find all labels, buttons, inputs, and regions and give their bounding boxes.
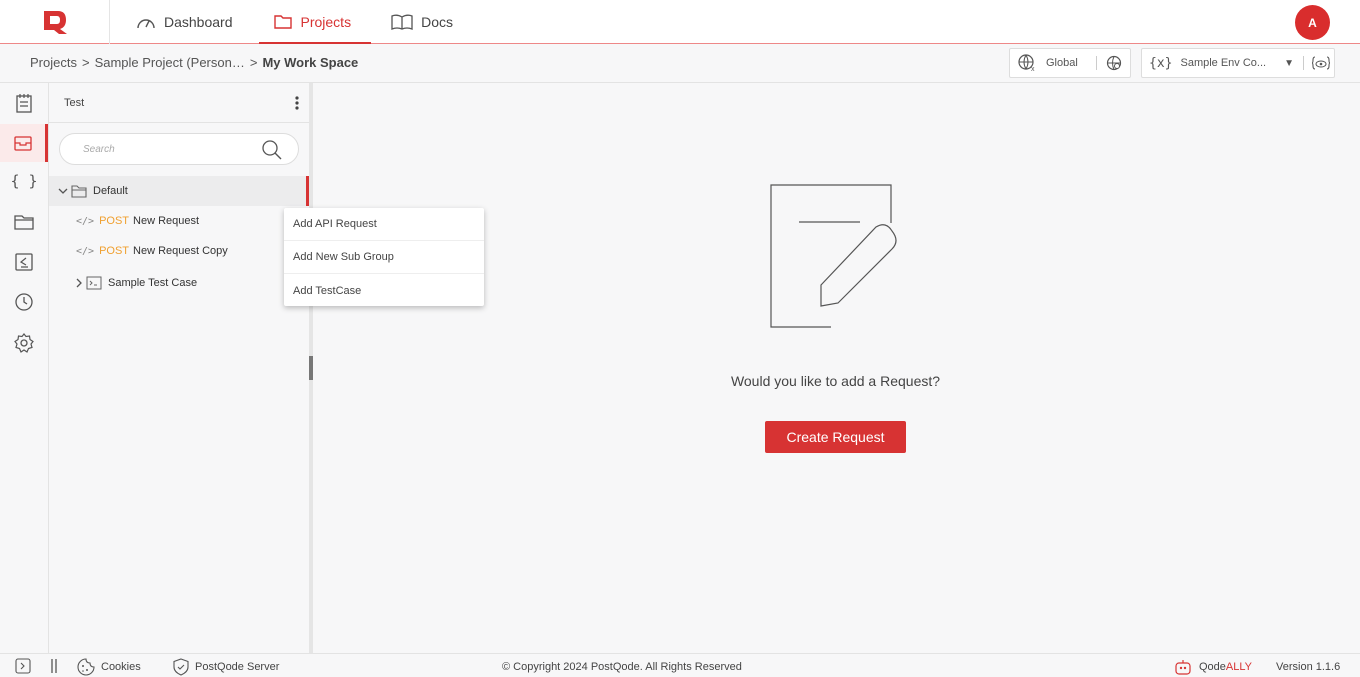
testcase-label: Sample Test Case [108,277,198,289]
svg-text:x: x [1031,66,1035,72]
book-icon [391,14,413,30]
environment-selected[interactable]: Sample Env Co... [1180,57,1266,69]
folder-icon [14,215,34,230]
nav-dashboard-label: Dashboard [164,13,233,30]
chevron-down-icon[interactable] [57,185,69,197]
copyright: © Copyright 2024 PostQode. All Rights Re… [502,661,742,673]
breadcrumb-separator: > [81,55,90,70]
divider [1095,56,1097,70]
tree-folder-default[interactable]: Default [49,176,309,206]
search-placeholder: Search [83,144,115,155]
code-icon: </> [76,215,95,227]
status-bar: Cookies PostQode Server © Copyright 2024… [0,653,1360,677]
left-icon-rail: { } [0,83,49,653]
menu-add-sub-group[interactable]: Add New Sub Group [284,241,484,274]
global-variable-icon[interactable]: x [1018,54,1038,72]
folder-icon [273,14,292,29]
environment-selector: {x} Sample Env Co... ▼ [1141,48,1335,78]
create-request-button[interactable]: Create Request [765,421,906,453]
inbox-icon [13,136,32,151]
divider [1302,56,1304,70]
server-label: PostQode Server [195,661,280,673]
nav-docs-label: Docs [421,13,453,30]
notepad-icon [16,94,32,113]
robot-icon [1175,660,1191,675]
console-icon [15,658,31,674]
app-logo[interactable] [0,0,110,44]
terminal-icon [86,276,102,290]
qodeally-brand-a: Qode [1199,661,1226,673]
environment-icon: {x} [1149,55,1173,71]
nav-docs[interactable]: Docs [371,0,473,44]
breadcrumb: Projects > Sample Project (Person… > My … [30,55,358,70]
nav-projects-label: Projects [300,13,352,30]
kebab-menu-icon[interactable] [295,95,299,111]
request-name: New Request [133,215,200,227]
request-method: POST [99,215,130,227]
code-icon: </> [76,245,95,257]
tree-testcase-item[interactable]: Sample Test Case [49,268,309,298]
main-content: Would you like to add a Request? Create … [313,83,1360,653]
top-nav: Dashboard Projects Docs A [0,0,1360,44]
rail-variables[interactable]: { } [0,162,48,200]
shield-icon [173,658,189,676]
chevron-down-icon[interactable]: ▼ [1284,58,1294,69]
document-edit-illustration [770,184,897,328]
breadcrumb-bar: Projects > Sample Project (Person… > My … [0,44,1360,83]
global-env-box: x Global [1009,48,1131,78]
cookie-icon [77,658,95,676]
breadcrumb-project[interactable]: Sample Project (Person… [95,55,245,70]
server-button[interactable]: PostQode Server [173,658,279,676]
tree-request-item[interactable]: </> POST New Request [49,206,309,236]
folder-label: Default [93,185,128,197]
nav-projects[interactable]: Projects [253,0,372,44]
qodeally-label: QodeALLY [1199,661,1252,673]
gear-icon [14,333,34,353]
tree-header: Test [49,83,309,123]
breadcrumb-current: My Work Space [262,55,359,70]
version-label: Version 1.1.6 [1276,661,1341,673]
global-settings-icon[interactable] [1106,55,1122,71]
folder-icon [71,185,87,198]
menu-add-testcase[interactable]: Add TestCase [284,274,484,307]
checklist-icon [15,253,33,271]
braces-icon: { } [10,172,38,190]
request-method: POST [99,245,130,257]
collection-title: Test [64,96,85,109]
breadcrumb-separator: > [249,55,258,70]
cookies-label: Cookies [101,661,141,673]
clock-icon [15,293,33,311]
rail-notes[interactable] [0,84,48,122]
gauge-icon [137,18,155,28]
breadcrumb-projects[interactable]: Projects [30,55,77,70]
rail-collections[interactable] [0,124,48,162]
request-name: New Request Copy [133,245,228,257]
environment-view-icon[interactable] [1311,55,1330,71]
split-icon [51,659,57,673]
nav-dashboard[interactable]: Dashboard [116,0,253,44]
chevron-right-icon[interactable] [75,277,83,289]
qodeally-brand-b: ALLY [1225,661,1253,673]
context-menu: Add API Request Add New Sub Group Add Te… [284,208,484,306]
search-input[interactable]: Search [59,133,299,165]
cookies-button[interactable]: Cookies [77,658,141,676]
empty-state-prompt: Would you like to add a Request? [730,373,941,389]
rail-history[interactable] [0,283,48,321]
rail-settings[interactable] [0,324,48,362]
tree-request-item[interactable]: </> POST New Request Copy [49,236,309,266]
logo-icon [43,10,67,34]
search-icon[interactable] [262,140,282,160]
qodeally-button[interactable]: QodeALLY [1173,658,1252,676]
rail-testcases[interactable] [0,243,48,281]
collection-tree-panel: Test Search Default </> POST New Request… [49,83,309,653]
rail-files[interactable] [0,203,48,241]
global-env-label[interactable]: Global [1046,57,1078,69]
console-toggle[interactable] [15,658,31,674]
user-avatar[interactable]: A [1295,5,1330,40]
menu-add-api-request[interactable]: Add API Request [284,208,484,241]
layout-toggle[interactable] [50,658,58,674]
